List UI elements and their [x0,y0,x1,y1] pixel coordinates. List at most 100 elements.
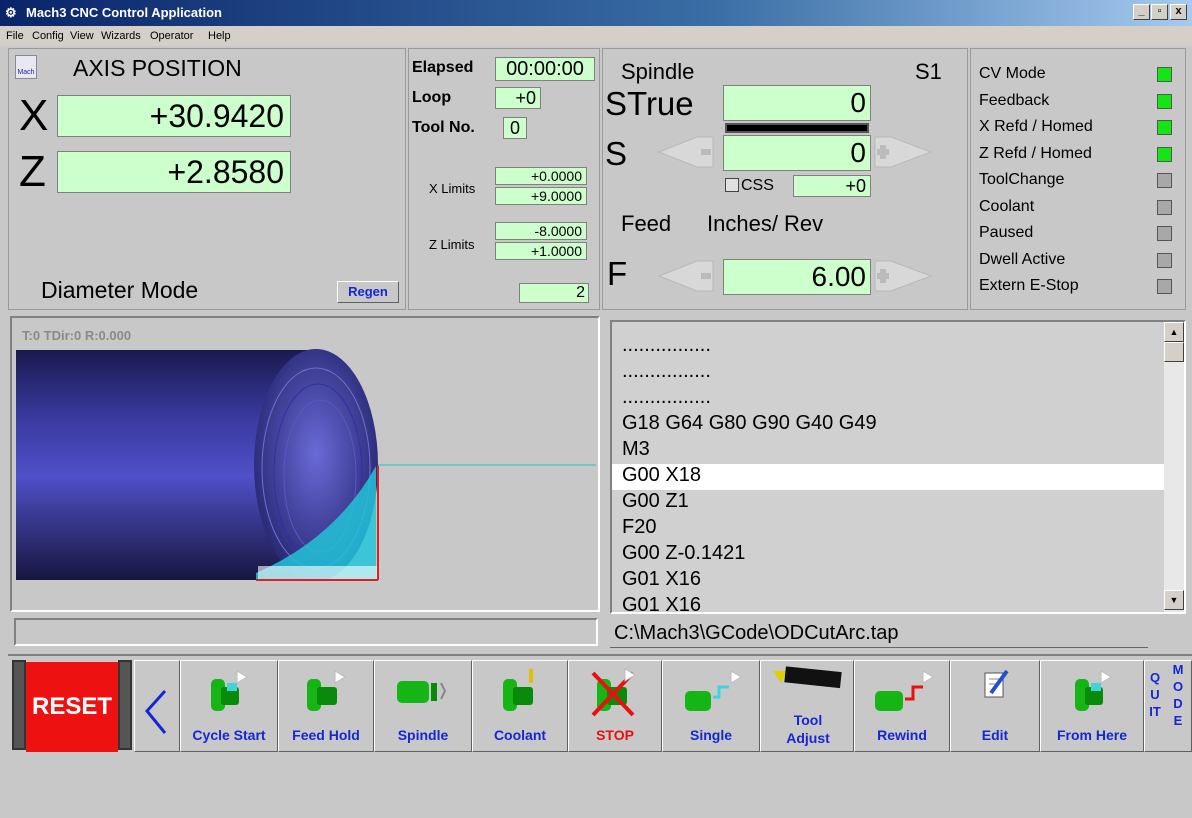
status-label: CV Mode [979,65,1046,82]
gcode-line[interactable]: F20 [612,516,1164,542]
coolant-icon [503,669,533,711]
spindle-load-bar [725,123,869,133]
scroll-thumb[interactable] [1164,342,1184,362]
strue-dro[interactable]: 0 [723,85,871,121]
tool-adjust-icon [773,666,842,689]
gcode-line-text: F20 [622,516,657,538]
status-led [1157,173,1172,188]
mach-logo-icon[interactable]: Mach [15,55,37,79]
close-button[interactable]: x [1170,4,1187,20]
feed-down-button[interactable] [657,259,717,298]
axis-heading: AXIS POSITION [73,55,242,81]
tool-adjust-label: Tool Adjust [786,712,830,746]
gcode-line-text: ................ [622,334,711,356]
feed-label: Feed [621,211,672,236]
feed-dro[interactable]: 6.00 [723,259,871,295]
strue-label: STrue [605,85,694,122]
cycle-start-button[interactable]: Cycle Start [180,660,278,752]
loop-label: Loop [412,89,452,106]
from-here-button[interactable]: From Here [1040,660,1144,752]
mode-button[interactable]: MODE [1171,661,1185,729]
status-label: Paused [979,224,1034,241]
elapsed-dro[interactable]: 00:00:00 [495,57,595,81]
menu-help[interactable]: Help [208,30,231,42]
gcode-line[interactable]: ................ [612,386,1164,412]
z-limit-min-dro[interactable]: -8.0000 [495,222,587,240]
edit-button[interactable]: Edit [950,660,1040,752]
loop-dro[interactable]: +0 [495,87,541,109]
spindle-icon [397,681,447,703]
single-block-label: Single [689,727,732,743]
menu-config[interactable]: Config [32,30,64,42]
spindle-button[interactable]: Spindle [374,660,472,752]
z-axis-dro[interactable]: +2.8580 [57,151,291,193]
page-back-button[interactable] [134,660,180,752]
gcode-list[interactable]: ........................................… [610,320,1186,614]
coolant-button[interactable]: Coolant [472,660,568,752]
css-label: CSS [741,177,774,194]
status-led [1157,67,1172,82]
s-dro[interactable]: 0 [723,135,871,171]
status-label: Coolant [979,197,1035,215]
run-from-here-icon [1075,670,1112,711]
aux-dro[interactable]: 2 [519,283,589,303]
status-label: Extern E-Stop [979,277,1079,294]
rewind-button[interactable]: Rewind [854,660,950,752]
minimize-button[interactable]: _ [1133,4,1150,20]
status-led [1157,226,1172,241]
regen-button[interactable]: Regen [337,281,399,303]
single-block-button[interactable]: Single [662,660,760,752]
message-bar [14,618,598,646]
tool-number-dro[interactable]: 0 [503,117,527,139]
css-checkbox[interactable] [725,178,739,192]
spindle-speed-up-button[interactable] [871,135,935,174]
axis-position-panel: Mach AXIS POSITION X +30.9420 Z +2.8580 … [8,48,406,310]
spindle-heading: Spindle [621,59,695,84]
gcode-line[interactable]: G00 Z1 [612,490,1164,516]
scroll-down-icon[interactable]: ▼ [1164,590,1184,610]
feed-hold-button[interactable]: Feed Hold [278,660,374,752]
menu-operator[interactable]: Operator [150,30,193,42]
scroll-up-icon[interactable]: ▲ [1164,322,1184,342]
status-led [1157,93,1172,109]
gcode-current-line[interactable]: G00 X18 [612,464,1164,490]
x-limit-min-dro[interactable]: +0.0000 [495,167,587,185]
gcode-line[interactable]: ................ [612,360,1164,386]
quit-button[interactable]: QUIT [1149,669,1161,720]
tool-number-label: Tool No. [412,119,475,136]
gcode-line[interactable]: G01 X16 [612,594,1164,612]
z-limit-max-dro[interactable]: +1.0000 [495,242,587,260]
quit-mode-button-group: QUIT MODE [1144,660,1192,752]
toolpath-display[interactable]: T:0 TDir:0 R:0.000 [10,316,600,612]
status-label: X Refd / Homed [979,118,1093,135]
menu-file[interactable]: File [6,30,24,42]
gcode-line-text: G18 G64 G80 G90 G40 G49 [622,412,877,434]
css-dro[interactable]: +0 [793,175,871,197]
status-leds-panel: CV Mode Feedback X Refd / Homed Z Refd / Ho… [970,48,1186,310]
menu-wizards[interactable]: Wizards [101,30,141,42]
tool-adjust-button[interactable]: Tool Adjust [760,660,854,752]
gcode-scrollbar[interactable]: ▲ ▼ [1164,322,1184,612]
rewind-icon [875,670,934,711]
menu-view[interactable]: View [70,30,94,42]
gcode-line[interactable]: G18 G64 G80 G90 G40 G49 [612,412,1164,438]
app-icon: ⚙ [5,5,17,20]
status-label: ToolChange [979,171,1065,188]
feed-up-button[interactable] [871,259,935,298]
gcode-line[interactable]: G01 X16 [612,568,1164,594]
spindle-speed-down-button[interactable] [657,135,717,174]
gcode-line[interactable]: ................ [612,334,1164,360]
toolpath-info: T:0 TDir:0 R:0.000 [22,328,132,343]
reset-button[interactable]: RESET [26,662,118,752]
gcode-line[interactable]: G00 Z-0.1421 [612,542,1164,568]
info-panel: Elapsed 00:00:00 Loop +0 Tool No. 0 X Li… [408,48,600,310]
gcode-line-text: G01 X16 [622,568,701,590]
x-axis-dro[interactable]: +30.9420 [57,95,291,137]
from-here-label: From Here [1056,727,1128,743]
stop-button[interactable]: STOP [568,660,662,752]
gcode-line-text: G00 Z-0.1421 [622,542,746,564]
status-led [1157,279,1172,294]
x-limit-max-dro[interactable]: +9.0000 [495,187,587,205]
maximize-button[interactable]: ▫ [1151,4,1168,20]
gcode-line[interactable]: M3 [612,438,1164,464]
